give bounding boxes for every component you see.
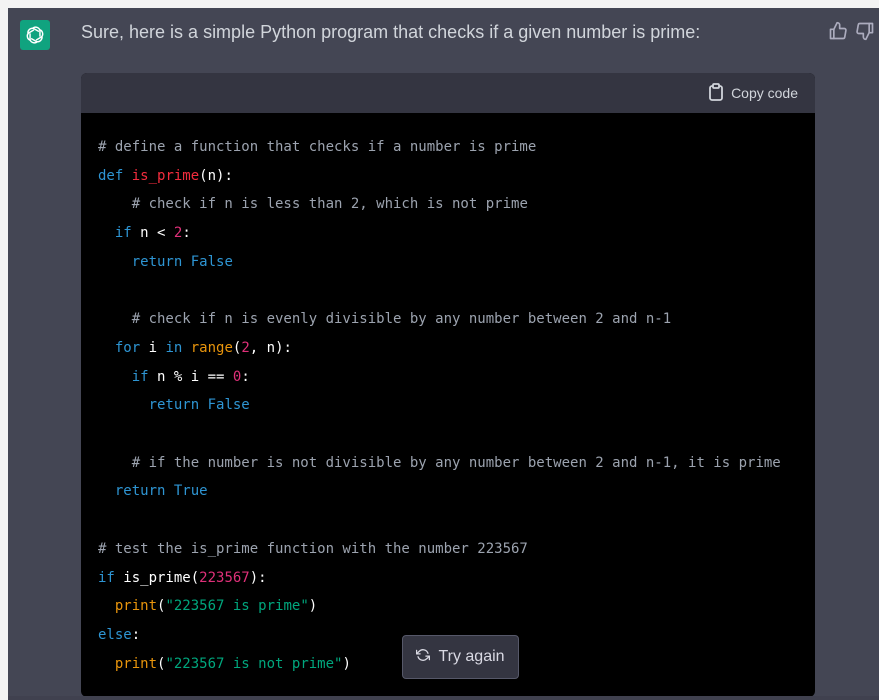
code-line: # define a function that checks if a num… (98, 139, 537, 155)
thumbs-down-icon[interactable] (855, 21, 875, 41)
code-line: # check if n is less than 2, which is no… (114, 196, 528, 213)
code-block: Copy code # define a function that check… (81, 73, 815, 697)
code-line: return False (148, 397, 250, 414)
message-text: Sure, here is a simple Python program th… (81, 22, 701, 42)
code-line: print("223567 is not prime") (114, 655, 351, 672)
input-area-edge (8, 696, 879, 700)
code-line: return False (131, 253, 233, 270)
code-line: # test the is_prime function with the nu… (98, 540, 528, 557)
code-line: if is_prime(223567): (98, 569, 267, 586)
code-line: else: (98, 626, 141, 643)
code-line: if n < 2: (114, 225, 191, 242)
copy-code-label: Copy code (731, 85, 798, 101)
openai-logo-icon (20, 20, 50, 50)
clipboard-icon (708, 82, 724, 104)
assistant-message: Sure, here is a simple Python program th… (8, 8, 879, 700)
code-content: # define a function that checks if a num… (81, 113, 815, 678)
code-block-header: Copy code (81, 73, 815, 113)
code-line: if n % i == 0: (131, 368, 250, 385)
refresh-icon (416, 648, 431, 667)
try-again-label: Try again (438, 648, 505, 665)
copy-code-button[interactable]: Copy code (708, 82, 798, 104)
code-line: for i in range(2, n): (114, 339, 292, 356)
code-line: def is_prime(n): (98, 167, 233, 184)
code-line: print("223567 is prime") (114, 598, 318, 615)
code-line: # check if n is evenly divisible by any … (114, 311, 672, 328)
code-line: return True (114, 483, 208, 500)
code-line: # if the number is not divisible by any … (114, 454, 781, 471)
try-again-button[interactable]: Try again (402, 635, 519, 679)
thumbs-up-icon[interactable] (828, 21, 848, 41)
